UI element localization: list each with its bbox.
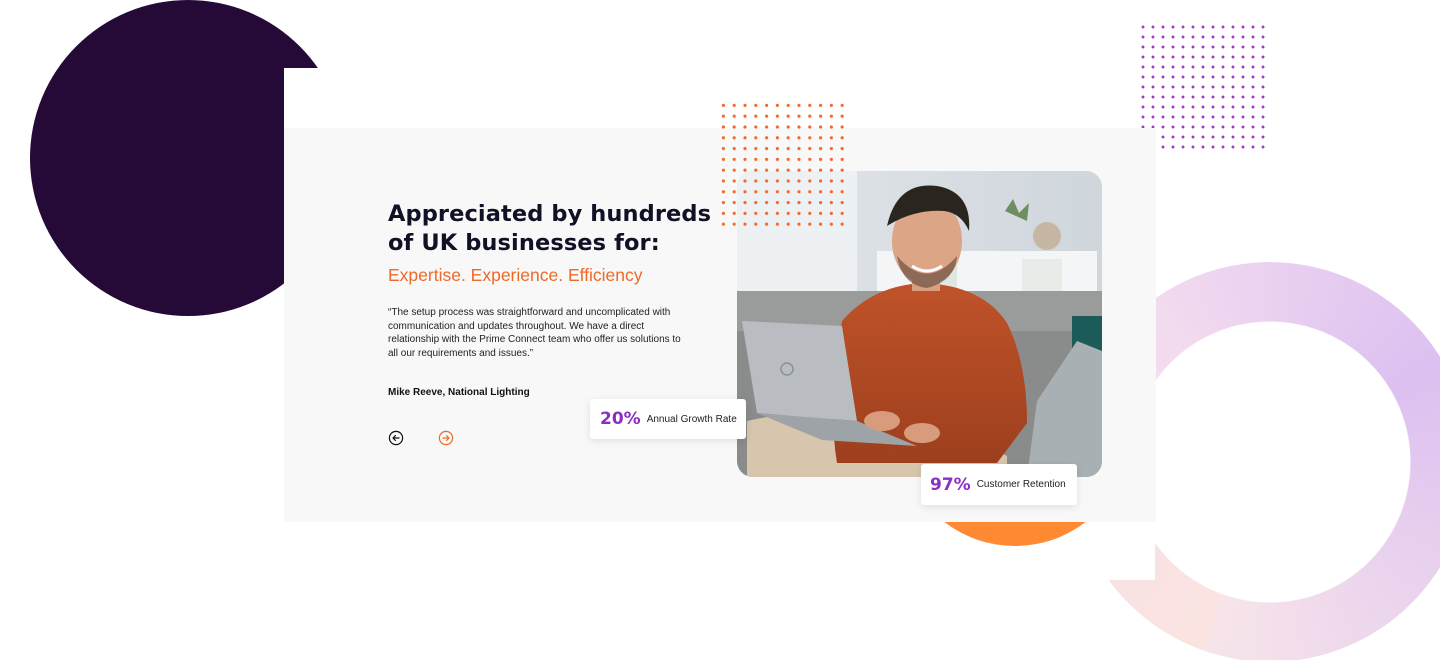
stat-label: Customer Retention: [976, 479, 1066, 490]
decorative-purple-dot-grid: [1138, 22, 1266, 150]
card-top-mask: [284, 68, 720, 128]
arrow-right-circle-icon[interactable]: [438, 430, 454, 446]
stat-value: 20%: [600, 409, 641, 429]
decorative-orange-dot-grid: [718, 100, 848, 232]
stat-value: 97%: [930, 474, 971, 495]
stat-badge-retention: 97% Customer Retention: [921, 464, 1077, 505]
stat-label: Annual Growth Rate: [646, 413, 737, 425]
testimonial-author: Mike Reeve, National Lighting: [388, 387, 530, 399]
testimonial-headline: Appreciated by hundreds of UK businesses…: [388, 201, 712, 256]
testimonial-quote: “The setup process was straightforward a…: [388, 307, 681, 359]
stat-badge-growth: 20% Annual Growth Rate: [590, 399, 746, 439]
testimonial-section: Appreciated by hundreds of UK businesses…: [0, 0, 1440, 660]
testimonial-subheadline: Expertise. Experience. Efficiency: [388, 265, 643, 285]
arrow-left-circle-icon[interactable]: [388, 430, 404, 446]
